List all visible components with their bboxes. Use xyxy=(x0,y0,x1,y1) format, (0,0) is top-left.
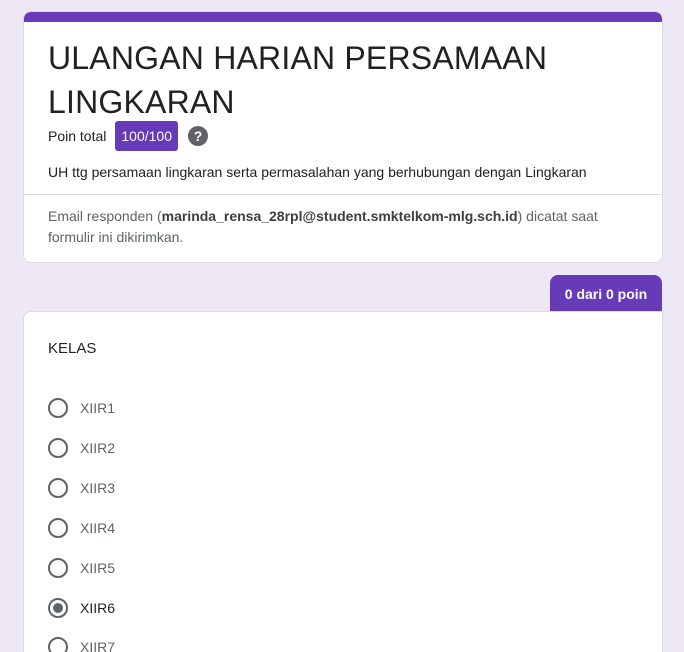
email-notice-prefix: Email responden ( xyxy=(48,208,162,224)
option-xiir4[interactable]: XIIR4 xyxy=(48,516,115,540)
radio-button[interactable] xyxy=(48,637,68,652)
option-xiir2[interactable]: XIIR2 xyxy=(48,436,115,460)
score-tab: 0 dari 0 poin xyxy=(550,275,662,312)
header-accent-bar xyxy=(24,12,662,22)
help-icon[interactable]: ? xyxy=(187,126,208,146)
option-label: XIIR3 xyxy=(80,480,116,496)
option-label: XIIR4 xyxy=(80,520,116,536)
radio-button[interactable] xyxy=(48,478,68,498)
option-xiir6[interactable]: XIIR6 xyxy=(48,596,115,620)
radio-button[interactable] xyxy=(48,438,68,458)
option-xiir1[interactable]: XIIR1 xyxy=(48,396,115,420)
option-label: XIIR2 xyxy=(80,440,116,456)
header-divider xyxy=(24,194,662,195)
form-description: UH ttg persamaan lingkaran serta permasa… xyxy=(48,164,587,180)
question-title: KELAS xyxy=(48,340,97,357)
points-badge: 100/100 xyxy=(115,121,178,151)
points-label: Poin total xyxy=(48,128,107,144)
radio-button[interactable] xyxy=(48,558,68,578)
option-xiir7[interactable]: XIIR7 xyxy=(48,635,115,652)
option-label: XIIR5 xyxy=(80,560,116,576)
option-label: XIIR7 xyxy=(80,639,116,652)
radio-button[interactable] xyxy=(48,518,68,538)
form-header-card: ULANGAN HARIAN PERSAMAAN LINGKARAN Poin … xyxy=(23,11,663,263)
option-xiir3[interactable]: XIIR3 xyxy=(48,476,115,500)
option-xiir5[interactable]: XIIR5 xyxy=(48,556,115,580)
option-label: XIIR6 xyxy=(80,600,116,616)
question-card: KELAS XIIR1 XIIR2 XIIR3 XIIR4 XIIR5 XIIR… xyxy=(23,311,663,652)
option-label: XIIR1 xyxy=(80,400,116,416)
form-page: ULANGAN HARIAN PERSAMAAN LINGKARAN Poin … xyxy=(0,0,684,652)
respondent-email: marinda_rensa_28rpl@student.smktelkom-ml… xyxy=(161,208,518,224)
radio-button[interactable] xyxy=(48,398,68,418)
email-notice: Email responden (marinda_rensa_28rpl@stu… xyxy=(48,206,618,248)
radio-button[interactable] xyxy=(48,598,68,618)
form-title: ULANGAN HARIAN PERSAMAAN LINGKARAN xyxy=(48,40,548,120)
points-row: Poin total 100/100 ? xyxy=(48,120,208,152)
